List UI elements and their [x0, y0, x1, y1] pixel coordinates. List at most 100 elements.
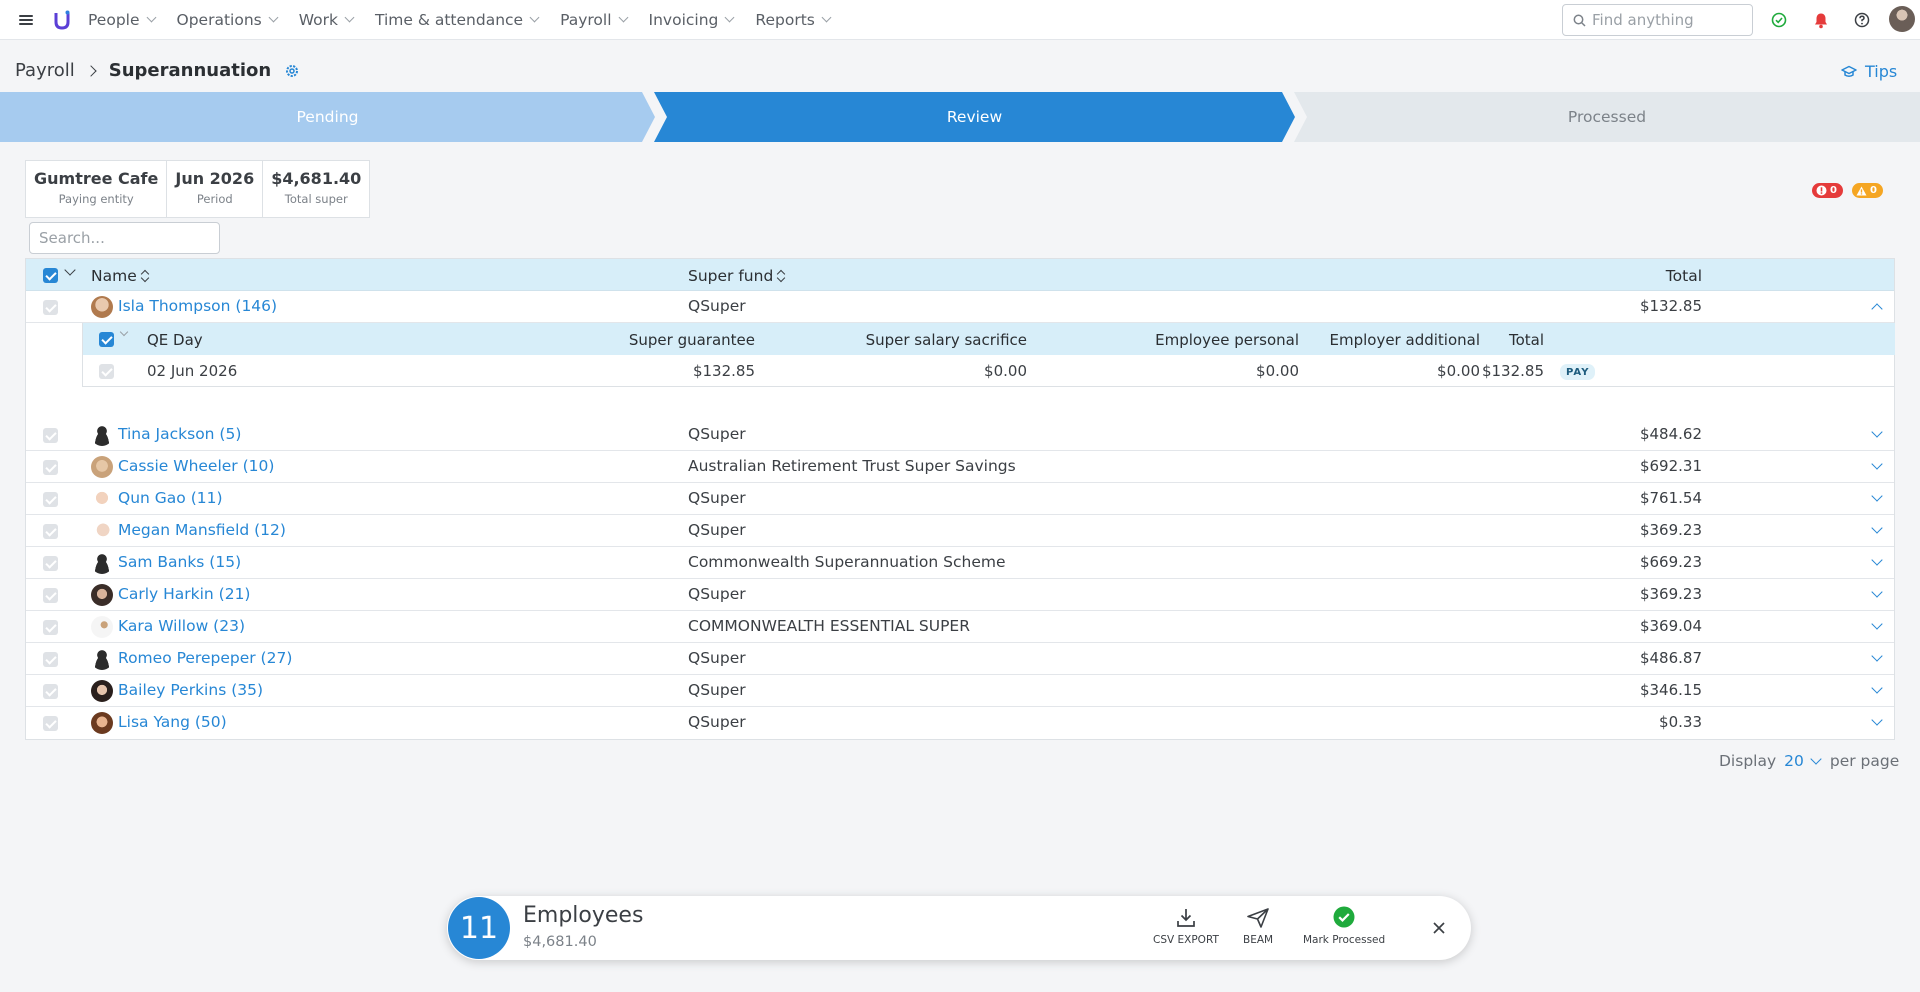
mark-processed-button[interactable]: Mark Processed [1303, 906, 1385, 946]
row-checkbox[interactable] [43, 428, 58, 443]
detail-row[interactable]: 02 Jun 2026 $132.85 $0.00 $0.00 $0.00 $1… [83, 355, 1895, 387]
search-icon [1573, 14, 1586, 27]
employee-name-link[interactable]: Tina Jackson (5) [118, 425, 241, 443]
close-icon[interactable] [1432, 921, 1446, 935]
employee-name-link[interactable]: Sam Banks (15) [118, 553, 241, 571]
nav-label: Work [298, 10, 338, 29]
table-row[interactable]: Bailey Perkins (35) QSuper $346.15 [26, 675, 1894, 707]
table-row[interactable]: Kara Willow (23) COMMONWEALTH ESSENTIAL … [26, 611, 1894, 643]
table-row[interactable]: Carly Harkin (21) QSuper $369.23 [26, 579, 1894, 611]
global-search[interactable] [1562, 4, 1753, 36]
chevron-down-icon[interactable] [1871, 490, 1883, 502]
chevron-down-icon[interactable] [1871, 426, 1883, 438]
step-review[interactable]: Review [654, 92, 1295, 142]
nav-people[interactable]: People [88, 11, 156, 29]
employee-name-link[interactable]: Megan Mansfield (12) [118, 521, 286, 539]
row-total: $486.87 [1639, 649, 1702, 667]
avatar [91, 552, 113, 574]
table-search[interactable] [29, 222, 220, 254]
chevron-down-icon[interactable] [1871, 618, 1883, 630]
row-checkbox[interactable] [43, 684, 58, 699]
step-processed[interactable]: Processed [1294, 92, 1920, 142]
chevron-down-icon[interactable] [1871, 650, 1883, 662]
row-checkbox[interactable] [43, 588, 58, 603]
chevron-down-icon[interactable] [1871, 522, 1883, 534]
error-badge[interactable]: 0 [1812, 183, 1843, 198]
avatar [91, 680, 113, 702]
gear-icon[interactable] [285, 64, 299, 78]
row-checkbox[interactable] [43, 716, 58, 731]
chevron-down-icon[interactable] [119, 327, 129, 337]
select-all-checkbox[interactable] [43, 268, 58, 283]
nav-invoicing[interactable]: Invoicing [649, 11, 735, 29]
nav-time-attendance[interactable]: Time & attendance [375, 11, 540, 29]
nav-reports[interactable]: Reports [755, 11, 832, 29]
nav-operations[interactable]: Operations [177, 11, 279, 29]
table-row[interactable]: Isla Thompson (146) QSuper $132.85 [26, 291, 1894, 323]
chevron-up-icon[interactable] [1871, 303, 1883, 315]
row-checkbox[interactable] [43, 300, 58, 315]
help-icon[interactable] [1853, 11, 1871, 29]
summary-label: Period [196, 192, 233, 206]
super-fund: QSuper [688, 713, 746, 731]
app-logo[interactable] [54, 10, 70, 30]
table-row[interactable]: Lisa Yang (50) QSuper $0.33 [26, 707, 1894, 739]
global-search-input[interactable] [1592, 11, 1742, 29]
chevron-down-icon[interactable] [64, 264, 76, 276]
row-total: $692.31 [1639, 457, 1702, 475]
table-search-input[interactable] [39, 229, 209, 247]
row-checkbox[interactable] [43, 652, 58, 667]
employee-name-link[interactable]: Bailey Perkins (35) [118, 681, 263, 699]
table-row[interactable]: Tina Jackson (5) QSuper $484.62 [26, 419, 1894, 451]
nav-payroll[interactable]: Payroll [560, 11, 628, 29]
tips-link[interactable]: Tips [1841, 62, 1897, 81]
chevron-down-icon[interactable] [1871, 586, 1883, 598]
table-row[interactable]: Qun Gao (11) QSuper $761.54 [26, 483, 1894, 515]
employee-name-link[interactable]: Carly Harkin (21) [118, 585, 250, 603]
menu-icon[interactable] [19, 14, 33, 25]
user-avatar[interactable] [1889, 6, 1915, 32]
employee-name-link[interactable]: Qun Gao (11) [118, 489, 223, 507]
chevron-down-icon[interactable] [1871, 714, 1883, 726]
action-label: CSV EXPORT [1153, 934, 1219, 946]
row-checkbox[interactable] [43, 492, 58, 507]
employee-name-link[interactable]: Cassie Wheeler (10) [118, 457, 274, 475]
table-row[interactable]: Romeo Perepeper (27) QSuper $486.87 [26, 643, 1894, 675]
column-label: Total [1665, 267, 1702, 285]
table-row[interactable]: Cassie Wheeler (10) Australian Retiremen… [26, 451, 1894, 483]
chevron-down-icon[interactable] [1810, 753, 1822, 765]
breadcrumb-payroll[interactable]: Payroll [15, 60, 75, 81]
employee-name-link[interactable]: Isla Thompson (146) [118, 297, 277, 315]
validation-badges: 0 0 [1812, 183, 1892, 198]
chevron-down-icon [268, 12, 279, 23]
row-checkbox[interactable] [43, 556, 58, 571]
table-header: Name Super fund Total [26, 259, 1894, 291]
row-total: $669.23 [1639, 553, 1702, 571]
beam-button[interactable]: BEAM [1243, 906, 1273, 946]
page-size-dropdown[interactable]: 20 [1784, 752, 1804, 770]
row-checkbox[interactable] [43, 524, 58, 539]
employee-name-link[interactable]: Kara Willow (23) [118, 617, 245, 635]
row-checkbox[interactable] [43, 620, 58, 635]
detail-select-all-checkbox[interactable] [99, 332, 114, 347]
pay-run-summary: Gumtree Cafe Paying entity Jun 2026 Peri… [25, 160, 371, 218]
warning-badge[interactable]: 0 [1851, 183, 1883, 198]
column-name[interactable]: Name [91, 267, 149, 285]
table-row[interactable]: Sam Banks (15) Commonwealth Superannuati… [26, 547, 1894, 579]
employee-name-link[interactable]: Romeo Perepeper (27) [118, 649, 292, 667]
chevron-down-icon[interactable] [1871, 554, 1883, 566]
nav-work[interactable]: Work [298, 10, 355, 29]
column-super-fund[interactable]: Super fund [688, 267, 785, 285]
chevron-down-icon[interactable] [1871, 682, 1883, 694]
detail-column-salary-sacrifice: Super salary sacrifice [865, 331, 1027, 349]
step-pending[interactable]: Pending [0, 92, 655, 142]
bell-icon[interactable] [1812, 11, 1830, 29]
table-row[interactable]: Megan Mansfield (12) QSuper $369.23 [26, 515, 1894, 547]
status-check-icon[interactable] [1770, 11, 1788, 29]
detail-row-checkbox[interactable] [99, 364, 114, 379]
super-fund: COMMONWEALTH ESSENTIAL SUPER [688, 617, 970, 635]
csv-export-button[interactable]: CSV EXPORT [1153, 906, 1219, 946]
employee-name-link[interactable]: Lisa Yang (50) [118, 713, 227, 731]
chevron-down-icon[interactable] [1871, 458, 1883, 470]
row-checkbox[interactable] [43, 460, 58, 475]
